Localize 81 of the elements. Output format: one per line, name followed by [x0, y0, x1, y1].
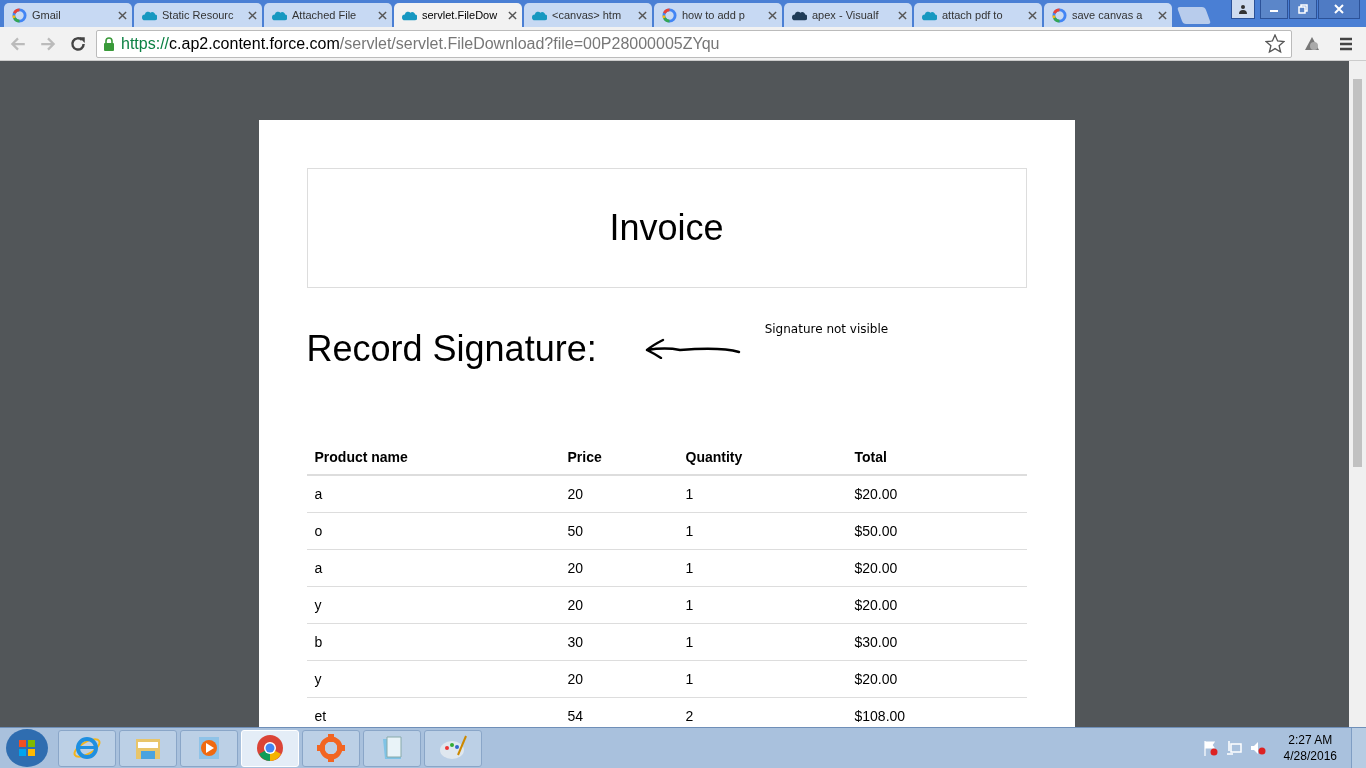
- table-cell: 20: [559, 549, 678, 587]
- taskbar-button[interactable]: [119, 729, 177, 767]
- tab-title: attach pdf to: [942, 9, 1004, 21]
- table-cell: 1: [677, 549, 847, 587]
- column-header: Total: [846, 440, 1027, 475]
- start-button[interactable]: [6, 729, 48, 767]
- table-cell: a: [306, 549, 560, 587]
- star-icon[interactable]: [1265, 33, 1285, 54]
- restore-button[interactable]: [1289, 0, 1317, 19]
- table-cell: 1: [677, 660, 847, 698]
- speaker-icon[interactable]: [1249, 740, 1266, 756]
- table-cell: 1: [677, 586, 847, 624]
- browser-tab[interactable]: Attached File: [264, 3, 392, 27]
- round-logo-icon: [255, 733, 285, 763]
- user-button[interactable]: [1231, 0, 1255, 19]
- table-cell: 20: [559, 660, 678, 698]
- tab-title: Attached File: [292, 9, 358, 21]
- browser-tab[interactable]: apex - Visualf: [784, 3, 912, 27]
- table-cell: $30.00: [846, 623, 1027, 661]
- user-icon: [1238, 4, 1248, 14]
- column-header: Price: [559, 440, 678, 475]
- scrollbar[interactable]: [1349, 61, 1366, 727]
- restore-icon: [1298, 4, 1308, 14]
- table-cell: 20: [559, 586, 678, 624]
- flag-icon[interactable]: [1201, 740, 1218, 756]
- close-icon[interactable]: [118, 10, 127, 20]
- close-icon[interactable]: [1158, 10, 1167, 20]
- table-cell: 50: [559, 512, 678, 550]
- table-cell: b: [306, 623, 560, 661]
- close-icon[interactable]: [768, 10, 777, 20]
- signature-label: Record Signature:: [306, 328, 597, 370]
- tab-title: save canvas a: [1072, 9, 1144, 21]
- minimize-button[interactable]: [1260, 0, 1288, 19]
- table-cell: 20: [559, 475, 678, 513]
- table-cell: 30: [559, 623, 678, 661]
- table-cell: $20.00: [846, 586, 1027, 624]
- table-cell: o: [306, 512, 560, 550]
- tab-title: Gmail: [32, 9, 62, 21]
- table-cell: 1: [677, 623, 847, 661]
- table-cell: $20.00: [846, 475, 1027, 513]
- tab-title: Static Resourc: [162, 9, 235, 21]
- address-bar[interactable]: https://c.ap2.content.force.com/servlet/servlet.FileDownload?file=00P28000005ZYqu: [96, 29, 1292, 58]
- browser-tab[interactable]: servlet.FileDow: [394, 3, 522, 27]
- browser-tab[interactable]: Gmail: [4, 3, 132, 27]
- close-icon[interactable]: [1028, 10, 1037, 20]
- gear-icon: [316, 733, 346, 763]
- clock[interactable]: 2:27 AM 4/28/2016: [1283, 732, 1337, 764]
- close-icon[interactable]: [898, 10, 907, 20]
- google-icon: [12, 7, 27, 23]
- close-icon[interactable]: [378, 10, 387, 20]
- table-cell: a: [306, 475, 560, 513]
- table-cell: y: [306, 660, 560, 698]
- table-cell: $20.00: [846, 549, 1027, 587]
- google-icon: [1052, 7, 1067, 23]
- table-cell: 1: [677, 475, 847, 513]
- tab-title: apex - Visualf: [812, 9, 880, 21]
- column-header: Product name: [306, 440, 560, 475]
- google-icon: [662, 7, 677, 23]
- tab-title: <canvas> htm: [552, 9, 623, 21]
- table-cell: $50.00: [846, 512, 1027, 550]
- close-icon[interactable]: [638, 10, 647, 20]
- browser-tab[interactable]: Static Resourc: [134, 3, 262, 27]
- close-icon[interactable]: [508, 10, 517, 20]
- browser-tab[interactable]: <canvas> htm: [524, 3, 652, 27]
- column-header: Quantity: [677, 440, 847, 475]
- tab-title: how to add p: [682, 9, 746, 21]
- table-cell: $20.00: [846, 660, 1027, 698]
- tab-title: servlet.FileDow: [422, 9, 499, 21]
- invoice-title: Invoice: [609, 207, 724, 249]
- table-cell: y: [306, 586, 560, 624]
- browser-tab[interactable]: attach pdf to: [914, 3, 1042, 27]
- lock-icon: [103, 36, 115, 51]
- close-window-button[interactable]: [1318, 0, 1360, 19]
- table-cell: 1: [677, 512, 847, 550]
- browser-tab[interactable]: save canvas a: [1044, 3, 1172, 27]
- close-icon: [1334, 4, 1344, 14]
- url-text: https://c.ap2.content.force.com/servlet/servlet.FileDownload?file=00P28000005ZYqu: [121, 34, 721, 53]
- windows-logo-icon: [17, 738, 37, 758]
- close-icon[interactable]: [248, 10, 257, 20]
- annotation-text: Signature not visible: [764, 322, 889, 336]
- browser-tab[interactable]: how to add p: [654, 3, 782, 27]
